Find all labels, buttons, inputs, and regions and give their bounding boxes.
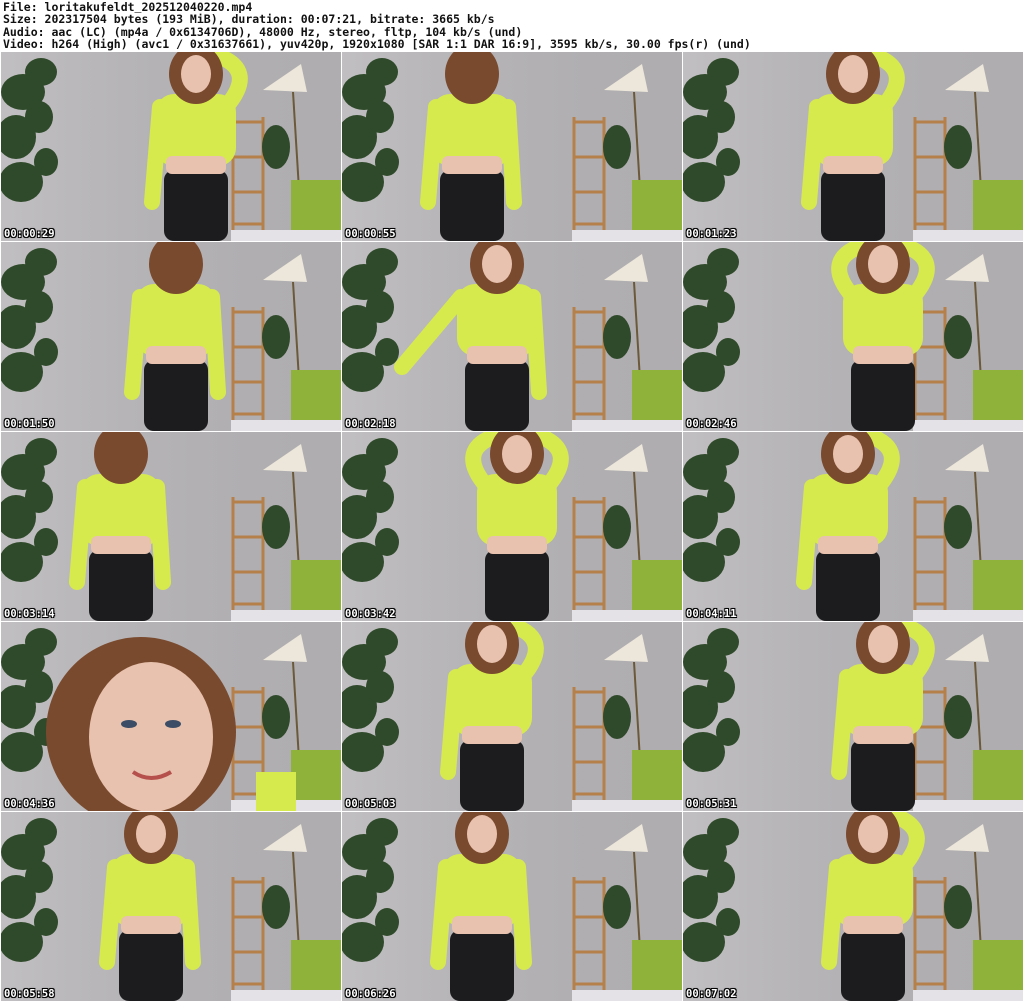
video-frame-thumbnail: 00:03:42 <box>342 432 682 621</box>
video-frame-thumbnail: 00:02:18 <box>342 242 682 431</box>
frame-timestamp: 00:04:36 <box>4 798 55 810</box>
video-frame-thumbnail: 00:03:14 <box>1 432 341 621</box>
frame-timestamp: 00:05:03 <box>345 798 396 810</box>
file-info: File: loritakufeldt_202512040220.mp4 <box>3 1 253 14</box>
video-frame-thumbnail: 00:04:36 <box>1 622 341 811</box>
thumbnail-grid: 00:00:29 00:00:55 00:01:23 00:01:50 00:0… <box>1 52 1023 1002</box>
frame-timestamp: 00:03:42 <box>345 608 396 620</box>
frame-timestamp: 00:05:58 <box>4 988 55 1000</box>
video-frame-thumbnail: 00:05:58 <box>1 812 341 1001</box>
frame-timestamp: 00:06:26 <box>345 988 396 1000</box>
size-info: Size: 202317504 bytes (193 MiB), duratio… <box>3 13 495 26</box>
video-frame-thumbnail: 00:02:46 <box>683 242 1023 431</box>
video-frame-thumbnail: 00:00:55 <box>342 52 682 241</box>
info-header: File: loritakufeldt_202512040220.mp4 Siz… <box>0 0 1024 52</box>
video-frame-thumbnail: 00:06:26 <box>342 812 682 1001</box>
video-frame-thumbnail: 00:01:23 <box>683 52 1023 241</box>
frame-timestamp: 00:00:29 <box>4 228 55 240</box>
frame-timestamp: 00:00:55 <box>345 228 396 240</box>
video-info: Video: h264 (High) (avc1 / 0x31637661), … <box>3 38 751 51</box>
frame-timestamp: 00:07:02 <box>686 988 737 1000</box>
frame-timestamp: 00:01:23 <box>686 228 737 240</box>
video-frame-thumbnail: 00:01:50 <box>1 242 341 431</box>
video-frame-thumbnail: 00:07:02 <box>683 812 1023 1001</box>
frame-timestamp: 00:05:31 <box>686 798 737 810</box>
audio-info: Audio: aac (LC) (mp4a / 0x6134706D), 480… <box>3 25 523 39</box>
frame-timestamp: 00:02:18 <box>345 418 396 430</box>
frame-timestamp: 00:03:14 <box>4 608 55 620</box>
video-frame-thumbnail: 00:00:29 <box>1 52 341 241</box>
frame-timestamp: 00:01:50 <box>4 418 55 430</box>
video-frame-thumbnail: 00:05:03 <box>342 622 682 811</box>
frame-timestamp: 00:02:46 <box>686 418 737 430</box>
frame-timestamp: 00:04:11 <box>686 608 737 620</box>
video-frame-thumbnail: 00:04:11 <box>683 432 1023 621</box>
video-frame-thumbnail: 00:05:31 <box>683 622 1023 811</box>
